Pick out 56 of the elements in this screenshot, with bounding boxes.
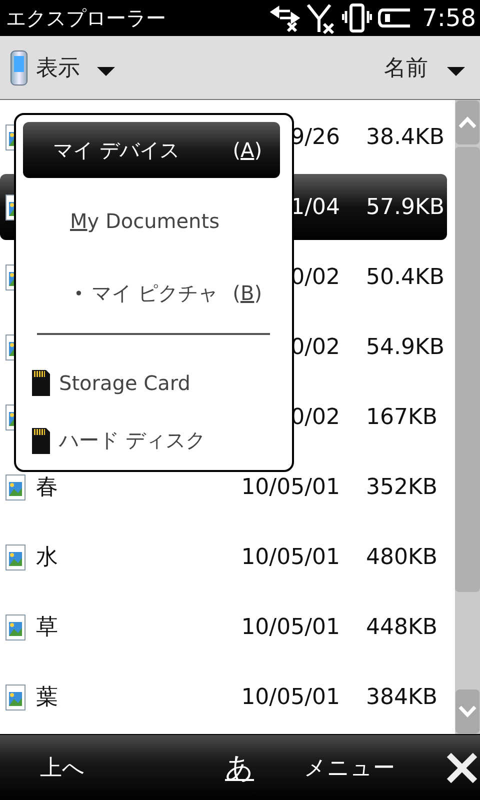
menu-item[interactable]: My Documents: [23, 178, 280, 264]
image-file-icon: [5, 684, 27, 710]
file-size: 352KB: [366, 474, 439, 500]
file-size: 57.9KB: [366, 194, 446, 220]
scrollbar-thumb[interactable]: [455, 147, 480, 592]
image-file-icon: [5, 474, 27, 500]
dropdown-arrow-icon: [96, 66, 116, 77]
memory-card-icon: [31, 426, 51, 455]
file-size: 384KB: [366, 684, 439, 710]
file-name: 水: [36, 545, 58, 570]
sort-menu-button[interactable]: 名前: [384, 52, 466, 82]
file-size: 38.4KB: [366, 124, 446, 150]
data-connection-icon[interactable]: [270, 3, 300, 33]
battery-icon[interactable]: [378, 6, 412, 30]
bullet-marker: •: [74, 284, 84, 303]
menu-item-label: Storage Card: [59, 370, 190, 394]
menu-item-label: マイ ピクチャ: [91, 280, 218, 307]
file-name: 草: [36, 615, 58, 640]
scrollbar-track[interactable]: [455, 100, 480, 734]
file-size: 480KB: [366, 544, 439, 570]
file-size: 167KB: [366, 404, 439, 430]
shortcut-key: (A): [232, 138, 262, 162]
menu-item[interactable]: マイ デバイス (A): [23, 122, 280, 178]
file-size: 54.9KB: [366, 334, 446, 360]
menu-item-label: My Documents: [70, 209, 220, 234]
signal-icon[interactable]: [306, 2, 336, 34]
up-button[interactable]: 上へ: [40, 752, 85, 782]
menu-button[interactable]: メニュー: [304, 752, 395, 782]
memory-card-icon: [31, 368, 51, 396]
file-row[interactable]: 葉 10/05/01 384KB: [0, 662, 447, 732]
file-date: 10/05/01: [241, 474, 340, 500]
menu-item-label: マイ デバイス: [53, 136, 180, 164]
image-file-icon: [5, 544, 27, 570]
file-date: 10/05/01: [241, 684, 340, 710]
file-date: 1/04: [290, 194, 340, 220]
menu-item[interactable]: • マイ ピクチャ (B): [23, 264, 280, 322]
input-mode-button[interactable]: あ: [225, 748, 254, 786]
file-size: 448KB: [366, 614, 439, 640]
clock[interactable]: 7:58: [422, 4, 476, 32]
image-file-icon: [5, 614, 27, 640]
file-size: 50.4KB: [366, 264, 446, 290]
menu-item-label: ハード ディスク: [59, 427, 206, 454]
file-row[interactable]: 水 10/05/01 480KB: [0, 522, 447, 592]
view-menu-button[interactable]: 表示: [10, 50, 116, 86]
dropdown-arrow-icon: [446, 66, 466, 77]
file-name: 葉: [36, 685, 58, 710]
shortcut-key: (B): [232, 281, 262, 306]
phone-icon: [10, 50, 28, 86]
file-name: 春: [36, 475, 58, 500]
vibrate-icon[interactable]: [342, 3, 372, 33]
app-title: エクスプローラー: [6, 4, 166, 32]
file-date: 10/05/01: [241, 614, 340, 640]
file-row[interactable]: 草 10/05/01 448KB: [0, 592, 447, 662]
file-date: 10/05/01: [241, 544, 340, 570]
close-icon[interactable]: [445, 750, 479, 784]
menu-item[interactable]: Storage Card: [23, 353, 280, 412]
